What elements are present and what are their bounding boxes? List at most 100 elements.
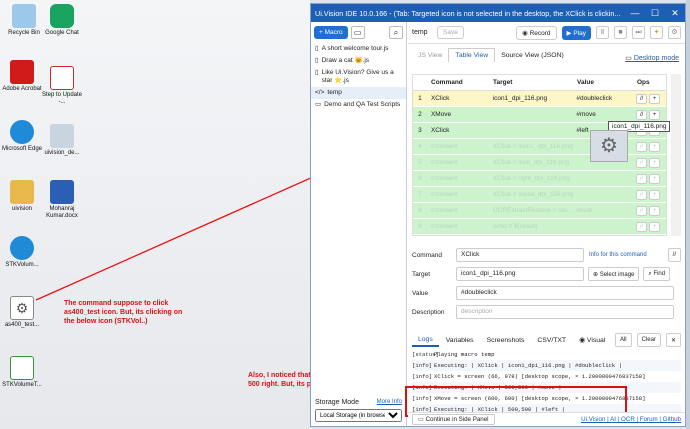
row-target: XClick // right_dpi_116.png	[492, 175, 570, 182]
uivision-window: Ui.Vision IDE 10.0.166 - (Tab: Targeted …	[310, 3, 686, 427]
value-input[interactable]: #doubleclick	[456, 286, 674, 300]
record-button[interactable]: ◉ Record	[516, 25, 557, 40]
gear-icon[interactable]: ⚙	[668, 26, 681, 39]
select-image-button[interactable]: ⊕ Select image	[588, 267, 640, 281]
table-row[interactable]: 6 comment XClick // right_dpi_116.png //+	[413, 171, 666, 187]
tab-visual[interactable]: ◉ Visual	[573, 334, 611, 346]
toolbar: temp Save ◉ Record ▶ Play Ⅱ ■ ⏭ ✦ ⚙	[408, 22, 685, 44]
comment-button[interactable]: //	[636, 173, 648, 184]
find-button[interactable]: ⌕ Find	[643, 267, 671, 281]
close-icon[interactable]: ✕	[665, 333, 681, 347]
minimize-button[interactable]: —	[625, 8, 645, 18]
log-filter-select[interactable]: All	[614, 333, 632, 347]
search-icon[interactable]: ⌕	[389, 26, 403, 39]
macro-item[interactable]: ▯ A short welcome tour.js	[311, 43, 406, 55]
row-ops: //+	[636, 93, 666, 104]
row-number: 7	[418, 191, 422, 198]
add-row-button[interactable]: +	[649, 173, 661, 184]
macro-item[interactable]: ▯ Like Ui.Vision? Give us a star ⭐.js	[311, 67, 406, 87]
log-level: [info]	[412, 362, 433, 369]
pause-icon[interactable]: Ⅱ	[596, 26, 609, 39]
main-panel: temp Save ◉ Record ▶ Play Ⅱ ■ ⏭ ✦ ⚙ JS V…	[405, 22, 685, 426]
more-info-link[interactable]: More Info	[377, 399, 402, 406]
tab-csv[interactable]: CSV/TXT	[531, 335, 572, 346]
description-input[interactable]: description	[456, 305, 674, 319]
screen-edge	[686, 0, 690, 429]
table-row[interactable]: 9 comment echo // ${result} //+	[413, 219, 666, 235]
add-row-button[interactable]: +	[649, 109, 661, 120]
tab-source-view[interactable]: Source View (JSON)	[495, 49, 570, 62]
tab-logs[interactable]: Logs	[412, 334, 439, 347]
macro-item[interactable]: ▯ Draw a cat 🐱.js	[311, 55, 406, 67]
ai-icon[interactable]: ✦	[650, 26, 663, 39]
folder-item[interactable]: ▭ Demo and QA Test Scripts	[311, 99, 406, 111]
tab-table-view[interactable]: Table View	[448, 48, 496, 62]
save-button[interactable]: Save	[437, 26, 464, 39]
add-row-button[interactable]: +	[649, 141, 661, 152]
crosshair-icon: ⊕	[593, 272, 599, 278]
sidebar: + Macro ▭ ⌕ ▯ A short welcome tour.js ▯ Dr…	[311, 22, 407, 426]
eye-icon: ◉	[579, 337, 586, 344]
log-line: [info] Executing: | XClick | icon1_dpi_11…	[412, 360, 681, 371]
comment-button[interactable]: //	[636, 141, 648, 152]
comment-button[interactable]: //	[636, 221, 648, 232]
step-icon[interactable]: ⏭	[632, 26, 645, 39]
comment-button[interactable]: //	[636, 205, 648, 216]
row-command: comment	[430, 175, 458, 182]
row-command: comment	[430, 223, 458, 230]
play-icon: ▶	[566, 29, 572, 37]
row-ops: //+	[636, 221, 666, 232]
code-icon: </>	[315, 89, 325, 96]
comment-toggle-button[interactable]: //	[667, 248, 681, 262]
desktop-mode-link[interactable]: ▭ Desktop mode	[625, 54, 679, 62]
info-link[interactable]: Info for this command	[589, 252, 647, 258]
table-row[interactable]: 8 comment OCRExtractRelative // ocr... resu…	[413, 203, 666, 219]
comment-button[interactable]: //	[636, 189, 648, 200]
play-button[interactable]: ▶ Play	[561, 25, 591, 40]
log-level: [info]	[412, 373, 433, 380]
comment-button[interactable]: //	[636, 157, 648, 168]
tab-screenshots[interactable]: Screenshots	[481, 335, 531, 346]
row-ops: //+	[636, 205, 666, 216]
command-table: Command Target Value Ops 1 XClick icon1_dp…	[412, 74, 667, 236]
macro-item-temp[interactable]: </> temp	[311, 87, 406, 99]
table-row[interactable]: 5 comment XClick // icon_dpi_116.png //+	[413, 155, 666, 171]
add-row-button[interactable]: +	[649, 157, 661, 168]
target-input[interactable]: icon1_dpi_116.png	[456, 267, 584, 281]
row-target: XClick // icon1_dpi_116.png	[492, 143, 573, 150]
row-number: 6	[418, 175, 422, 182]
close-button[interactable]: ✕	[665, 8, 685, 19]
clear-button[interactable]: Clear	[636, 333, 661, 347]
folder-icon[interactable]: ▭	[350, 26, 365, 39]
row-command: comment	[430, 159, 458, 166]
row-number: 3	[418, 127, 422, 134]
row-ops: //+	[636, 173, 666, 184]
table-row[interactable]: 1 XClick icon1_dpi_116.png #doubleclick //+	[413, 91, 666, 107]
add-row-button[interactable]: +	[649, 221, 661, 232]
table-row[interactable]: 7 comment XClick // equal_dpi_116.png //+	[413, 187, 666, 203]
add-row-button[interactable]: +	[649, 205, 661, 216]
storage-mode-select[interactable]: Local Storage (in browser)	[315, 409, 402, 422]
stop-icon[interactable]: ■	[614, 26, 627, 39]
storage-title: Storage Mode	[315, 399, 359, 406]
command-select[interactable]: XClick	[456, 248, 584, 262]
row-ops: //+	[636, 109, 666, 120]
comment-button[interactable]: //	[636, 93, 648, 104]
row-ops: //+	[636, 141, 666, 152]
maximize-button[interactable]: ☐	[645, 8, 665, 19]
image-preview: ⚙	[590, 130, 628, 162]
tab-variables[interactable]: Variables	[440, 335, 480, 346]
continue-side-panel-button[interactable]: ▭ Continue in Side Panel	[412, 414, 495, 425]
log-line: [status] Playing macro temp	[412, 349, 681, 360]
footer-links[interactable]: Ui.Vision | AI | OCR | Forum | Github	[581, 416, 681, 423]
table-row[interactable]: 4 comment XClick // icon1_dpi_116.png //+	[413, 139, 666, 155]
table-scrollbar[interactable]	[671, 74, 681, 236]
search-icon: ⌕	[648, 271, 652, 277]
file-icon: ▯	[315, 57, 319, 64]
row-value: #doubleclick	[576, 95, 613, 102]
add-row-button[interactable]: +	[649, 93, 661, 104]
comment-button[interactable]: //	[636, 109, 648, 120]
new-macro-button[interactable]: + Macro	[314, 26, 348, 39]
tab-js-view[interactable]: JS View	[412, 49, 448, 62]
add-row-button[interactable]: +	[649, 189, 661, 200]
